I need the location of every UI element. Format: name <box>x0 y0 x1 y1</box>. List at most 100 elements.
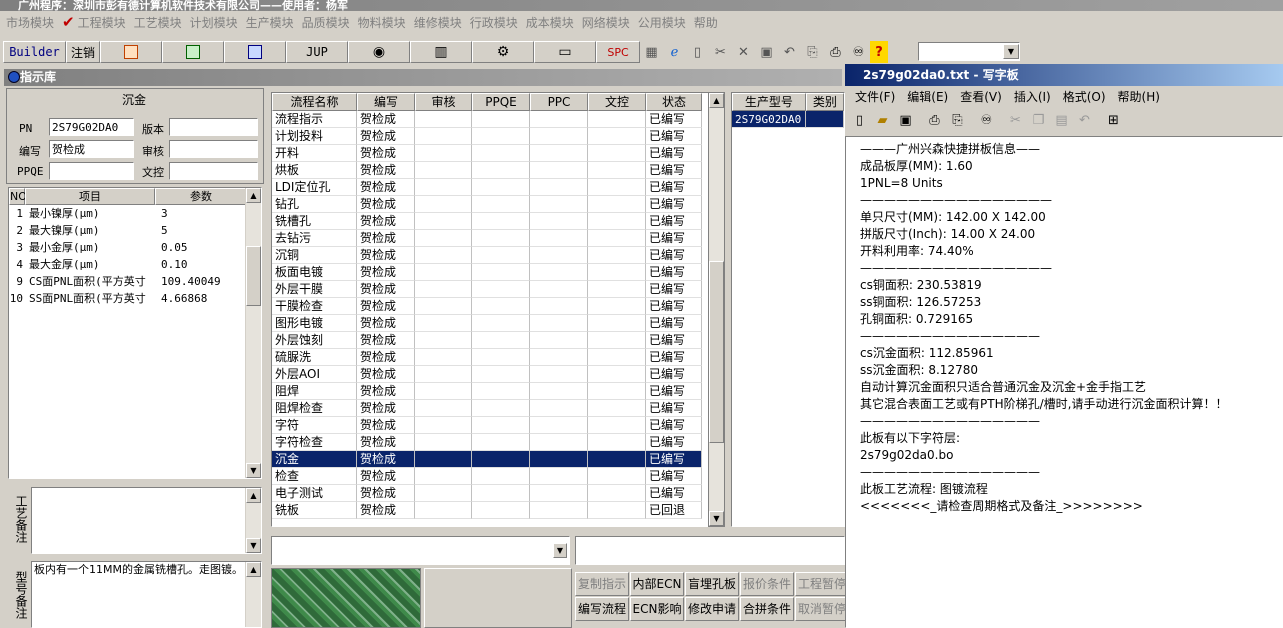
scroll-thumb[interactable] <box>709 261 724 443</box>
find-button[interactable]: ♾ <box>847 41 870 63</box>
action-button[interactable]: 内部ECN <box>630 572 684 596</box>
print-button[interactable]: ⎙ <box>824 41 847 63</box>
table-row[interactable]: 外层AOI 贺检成 已编写 <box>272 366 723 383</box>
menu-item[interactable]: 物料模块 <box>356 14 412 31</box>
doc-field[interactable] <box>169 162 258 180</box>
menu-item[interactable]: 工艺模块 <box>132 14 188 31</box>
scroll-up-icon[interactable]: ▲ <box>246 562 261 577</box>
tools-button[interactable]: ⚙ <box>472 41 534 63</box>
notepad-menu-item[interactable]: 文件(F) <box>849 88 901 105</box>
menu-item[interactable]: 市场模块 <box>4 14 60 31</box>
new-button[interactable]: ▯ <box>686 41 709 63</box>
menu-item[interactable]: 生产模块 <box>244 14 300 31</box>
cut-button[interactable]: ✂ <box>709 41 732 63</box>
bottom-combo-right[interactable] <box>575 536 845 565</box>
col-header[interactable]: 审核 <box>415 93 472 111</box>
jup-button[interactable]: JUP <box>286 41 348 63</box>
save-button[interactable]: ▣ <box>755 41 778 63</box>
ppqe-field[interactable] <box>49 162 134 180</box>
table-row[interactable]: 图形电镀 贺检成 已编写 <box>272 315 723 332</box>
table-row[interactable]: 9 CS面PNL面积(平方英寸 109.40049 <box>9 273 261 290</box>
scroll-down-icon[interactable]: ▼ <box>709 511 724 526</box>
scroll-up-icon[interactable]: ▲ <box>246 188 261 203</box>
save-button[interactable]: ▣ <box>894 110 917 132</box>
menu-item[interactable]: 行政模块 <box>468 14 524 31</box>
table-row[interactable]: 3 最小金厚(μm) 0.05 <box>9 239 261 256</box>
col-header[interactable]: 文控 <box>588 93 646 111</box>
menu-item[interactable]: ✔ 工程模块 <box>60 13 132 31</box>
calendar-button[interactable] <box>100 41 162 63</box>
col-value[interactable]: 参数 <box>155 188 247 205</box>
col-item[interactable]: 项目 <box>25 188 155 205</box>
ie-button[interactable]: ℯ <box>663 41 686 63</box>
col-header[interactable]: 流程名称 <box>272 93 357 111</box>
scroll-up-icon[interactable]: ▲ <box>246 488 261 503</box>
action-button[interactable]: 取消暂停 <box>795 597 845 621</box>
notepad-menu-item[interactable]: 格式(O) <box>1057 88 1112 105</box>
cut-button[interactable]: ✂ <box>1004 110 1027 132</box>
calculator-button[interactable]: ▦ <box>640 41 663 63</box>
undo-button[interactable]: ↶ <box>778 41 801 63</box>
table-row[interactable]: 1 最小镍厚(μm) 3 <box>9 205 261 222</box>
menu-item[interactable]: 品质模块 <box>300 14 356 31</box>
col-product-model[interactable]: 生产型号 <box>732 93 806 111</box>
action-button[interactable]: 修改申请 <box>685 597 739 621</box>
product-row[interactable]: 2S79G02DA0 <box>732 111 844 128</box>
table-row[interactable]: 检查 贺检成 已编写 <box>272 468 723 485</box>
excel-button[interactable] <box>162 41 224 63</box>
table-row[interactable]: 硫脲洗 贺检成 已编写 <box>272 349 723 366</box>
col-category[interactable]: 类别 <box>805 93 844 111</box>
notepad-text-area[interactable]: ———广州兴森快捷拼板信息—— 成品板厚(MM): 1.60 1PNL=8 Unit… <box>845 136 1283 628</box>
param-scrollbar[interactable]: ▲ ▼ <box>245 188 261 478</box>
table-row[interactable]: 铣槽孔 贺检成 已编写 <box>272 213 723 230</box>
delete-button[interactable]: ✕ <box>732 41 755 63</box>
table-row[interactable]: 外层蚀刻 贺检成 已编写 <box>272 332 723 349</box>
scroll-down-icon[interactable]: ▼ <box>246 538 261 553</box>
database-button[interactable]: ▥ <box>410 41 472 63</box>
audit-field[interactable] <box>169 140 258 158</box>
type-note-scrollbar[interactable]: ▲ <box>245 562 261 627</box>
menu-item[interactable]: 帮助 <box>692 14 724 31</box>
action-button[interactable]: 复制指示 <box>575 572 629 596</box>
scroll-up-icon[interactable]: ▲ <box>709 93 724 108</box>
pn-field[interactable]: 2S79G02DA0 <box>49 118 134 136</box>
scroll-down-icon[interactable]: ▼ <box>246 463 261 478</box>
col-header[interactable]: 状态 <box>646 93 702 111</box>
table-row[interactable]: 烘板 贺检成 已编写 <box>272 162 723 179</box>
bottom-combo-left[interactable]: ▼ <box>271 536 570 565</box>
table-row[interactable]: 板面电镀 贺检成 已编写 <box>272 264 723 281</box>
table-row[interactable]: 4 最大金厚(μm) 0.10 <box>9 256 261 273</box>
toolbar-combo[interactable]: ▼ <box>918 42 1020 61</box>
table-row[interactable]: 外层干膜 贺检成 已编写 <box>272 281 723 298</box>
table-row[interactable]: 干膜检查 贺检成 已编写 <box>272 298 723 315</box>
find-button[interactable]: ♾ <box>975 110 998 132</box>
builder-button[interactable]: Builder <box>3 41 66 63</box>
notepad-menu-item[interactable]: 插入(I) <box>1008 88 1057 105</box>
col-no[interactable]: NO <box>9 188 27 205</box>
col-header[interactable]: PPC <box>530 93 588 111</box>
print-button[interactable]: ⎙ <box>923 110 946 132</box>
action-button[interactable]: 编写流程 <box>575 597 629 621</box>
table-row[interactable]: 10 SS面PNL面积(平方英寸 4.66868 <box>9 290 261 307</box>
table-row[interactable]: 计划投料 贺检成 已编写 <box>272 128 723 145</box>
menu-item[interactable]: 公用模块 <box>636 14 692 31</box>
action-button[interactable]: 报价条件 <box>740 572 794 596</box>
notepad-menu-item[interactable]: 编辑(E) <box>901 88 954 105</box>
col-header[interactable]: 编写 <box>357 93 415 111</box>
table-row[interactable]: 2 最大镍厚(μm) 5 <box>9 222 261 239</box>
table-row[interactable]: 电子测试 贺检成 已编写 <box>272 485 723 502</box>
logout-button[interactable]: 注销 <box>66 41 100 63</box>
help-button[interactable]: ? <box>870 41 888 63</box>
author-field[interactable]: 贺检成 <box>49 140 134 158</box>
computer-button[interactable]: ▭ <box>534 41 596 63</box>
menu-item[interactable]: 成本模块 <box>524 14 580 31</box>
type-note-field[interactable]: 板内有一个11MM的金属铣槽孔。走图镀。 ▲ <box>31 561 262 628</box>
menu-item[interactable]: 计划模块 <box>188 14 244 31</box>
preview-button[interactable]: ⎘ <box>946 110 969 132</box>
undo-button[interactable]: ↶ <box>1073 110 1096 132</box>
table-row[interactable]: 阻焊 贺检成 已编写 <box>272 383 723 400</box>
notepad-menu-item[interactable]: 查看(V) <box>954 88 1008 105</box>
action-button[interactable]: ECN影响 <box>630 597 684 621</box>
insert-object-button[interactable]: ⊞ <box>1102 110 1125 132</box>
menu-item[interactable]: 网络模块 <box>580 14 636 31</box>
